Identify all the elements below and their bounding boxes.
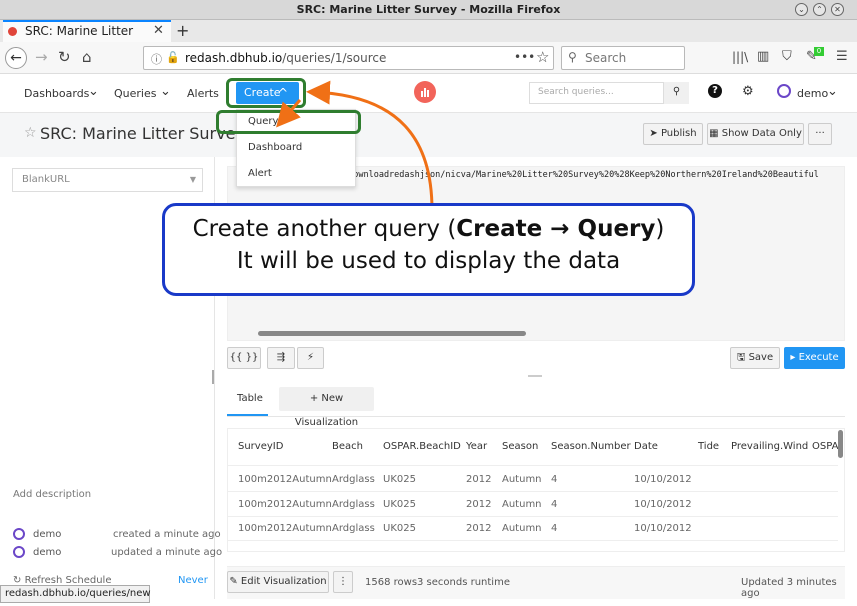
annotation-arrow (276, 80, 434, 211)
callout-line-2: It will be used to display the data (236, 248, 621, 274)
status-url: redash.dbhub.io/queries/new (0, 585, 151, 603)
tutorial-callout: Create another query (Create → Query) It… (162, 203, 695, 296)
callout-line-1: Create another query (Create → Query) (192, 216, 665, 242)
